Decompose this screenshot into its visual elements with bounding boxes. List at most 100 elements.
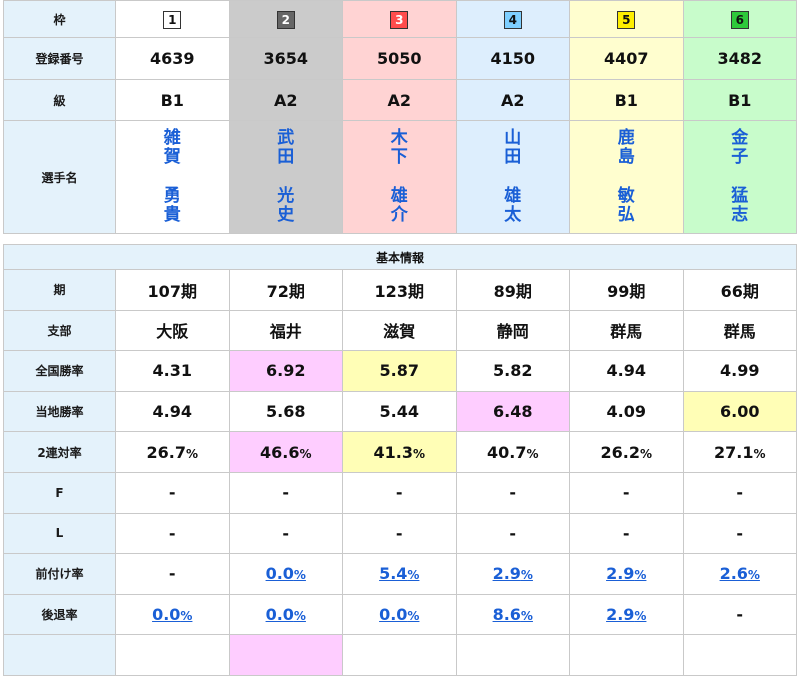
- ato-link-3[interactable]: 0.0%: [379, 605, 419, 624]
- local-rate-6: 6.00: [682, 390, 797, 433]
- mae-cell-3: 5.4%: [342, 553, 457, 595]
- racer-name-link-6[interactable]: 金子 猛志: [684, 129, 797, 225]
- reg-no-5: 4407: [569, 37, 684, 80]
- row-waku: 枠 1 2 3 4 5 6: [3, 0, 797, 38]
- racer-name-link-3[interactable]: 木下 雄介: [343, 129, 456, 225]
- ato-link-5[interactable]: 2.9%: [606, 605, 646, 624]
- racer-name-link-1[interactable]: 雑賀 勇貴: [116, 129, 229, 225]
- waku-badge-6: 6: [730, 10, 749, 29]
- ato-link-4[interactable]: 8.6%: [493, 605, 533, 624]
- label-local-rate: 当地勝率: [3, 390, 116, 433]
- mae-link-6[interactable]: 2.6%: [720, 564, 760, 583]
- name-cell-4: 山田 雄太: [455, 120, 570, 234]
- mae-cell-2: 0.0%: [228, 553, 343, 595]
- row-national-win-rate: 全国勝率 4.31 6.92 5.87 5.82 4.94 4.99: [3, 350, 797, 392]
- row-mae-zuke: 前付け率 - 0.0% 5.4% 2.9% 2.9% 2.6%: [3, 553, 797, 595]
- two-rate-4: 40.7%: [455, 431, 570, 473]
- row-racer-name: 選手名 雑賀 勇貴 武田 光史 木下 雄介 山田 雄 太 鹿 島 敏 弘 金 子…: [3, 120, 797, 234]
- racer-header-table: 枠 1 2 3 4 5 6 登録番号 4639 3654 5050 4150 4…: [3, 0, 797, 234]
- term-3: 123期: [342, 269, 457, 311]
- branch-5: 群馬: [569, 309, 684, 352]
- label-branch: 支部: [3, 309, 116, 352]
- two-rate-3: 41.3%: [342, 431, 457, 473]
- two-rate-6: 27.1%: [682, 431, 797, 473]
- row-registration-number: 登録番号 4639 3654 5050 4150 4407 3482: [3, 37, 797, 80]
- class-5: B1: [569, 79, 684, 121]
- ato-cell-4: 8.6%: [455, 593, 570, 636]
- waku-cell-6: 6: [682, 0, 797, 38]
- name-cell-1: 雑賀 勇貴: [115, 120, 230, 234]
- ato-link-2[interactable]: 0.0%: [266, 605, 306, 624]
- waku-badge-2: 2: [276, 10, 295, 29]
- basic-info-table: 基本情報 期 107期 72期 123期 89期 99期 66期 支部 大阪 福…: [3, 244, 797, 676]
- ato-cell-5: 2.9%: [569, 593, 684, 636]
- mae-link-3[interactable]: 5.4%: [379, 564, 419, 583]
- ato-6: -: [682, 593, 797, 636]
- f-4: -: [455, 471, 570, 514]
- waku-badge-1: 1: [163, 10, 182, 29]
- local-rate-2: 5.68: [228, 390, 343, 433]
- label-two-rate: 2連対率: [3, 431, 116, 473]
- racer-name-link-2[interactable]: 武田 光史: [230, 129, 343, 225]
- class-6: B1: [682, 79, 797, 121]
- section-title-basic-info: 基本情報: [3, 244, 797, 270]
- class-2: A2: [228, 79, 343, 121]
- class-4: A2: [455, 79, 570, 121]
- name-cell-6: 金子 猛志: [682, 120, 797, 234]
- class-1: B1: [115, 79, 230, 121]
- waku-cell-3: 3: [342, 0, 457, 38]
- label-reg-no: 登録番号: [3, 37, 116, 80]
- mae-link-4[interactable]: 2.9%: [493, 564, 533, 583]
- national-rate-2: 6.92: [228, 350, 343, 392]
- mae-1: -: [115, 553, 230, 595]
- f-2: -: [228, 471, 343, 514]
- term-5: 99期: [569, 269, 684, 311]
- national-rate-6: 4.99: [682, 350, 797, 392]
- term-6: 66期: [682, 269, 797, 311]
- waku-cell-1: 1: [115, 0, 230, 38]
- row-class: 級 B1 A2 A2 A2 B1 B1: [3, 79, 797, 121]
- mae-link-5[interactable]: 2.9%: [606, 564, 646, 583]
- ato-link-1[interactable]: 0.0%: [152, 605, 192, 624]
- waku-badge-4: 4: [503, 10, 522, 29]
- racer-name-link-4[interactable]: 山田 雄太: [457, 129, 570, 225]
- term-4: 89期: [455, 269, 570, 311]
- local-rate-1: 4.94: [115, 390, 230, 433]
- national-rate-1: 4.31: [115, 350, 230, 392]
- ato-cell-3: 0.0%: [342, 593, 457, 636]
- label-mae: 前付け率: [3, 553, 116, 595]
- mae-link-2[interactable]: 0.0%: [266, 564, 306, 583]
- reg-no-2: 3654: [228, 37, 343, 80]
- f-3: -: [342, 471, 457, 514]
- label-waku: 枠: [3, 0, 116, 38]
- l-3: -: [342, 512, 457, 555]
- branch-4: 静岡: [455, 309, 570, 352]
- label-term: 期: [3, 269, 116, 311]
- two-rate-5: 26.2%: [569, 431, 684, 473]
- ato-cell-2: 0.0%: [228, 593, 343, 636]
- waku-cell-2: 2: [228, 0, 343, 38]
- national-rate-3: 5.87: [342, 350, 457, 392]
- f-1: -: [115, 471, 230, 514]
- mae-cell-6: 2.6%: [682, 553, 797, 595]
- local-rate-5: 4.09: [569, 390, 684, 433]
- class-3: A2: [342, 79, 457, 121]
- f-6: -: [682, 471, 797, 514]
- label-ato: 後退率: [3, 593, 116, 636]
- branch-3: 滋賀: [342, 309, 457, 352]
- reg-no-6: 3482: [682, 37, 797, 80]
- l-1: -: [115, 512, 230, 555]
- waku-badge-5: 5: [617, 10, 636, 29]
- racer-name-link-5[interactable]: 鹿島 敏弘: [570, 129, 683, 225]
- national-rate-4: 5.82: [455, 350, 570, 392]
- ato-cell-1: 0.0%: [115, 593, 230, 636]
- term-1: 107期: [115, 269, 230, 311]
- national-rate-5: 4.94: [569, 350, 684, 392]
- l-6: -: [682, 512, 797, 555]
- l-2: -: [228, 512, 343, 555]
- row-two-rate: 2連対率 26.7% 46.6% 41.3% 40.7% 26.2% 27.1%: [3, 431, 797, 473]
- waku-badge-3: 3: [390, 10, 409, 29]
- f-5: -: [569, 471, 684, 514]
- row-term: 期 107期 72期 123期 89期 99期 66期: [3, 269, 797, 311]
- reg-no-3: 5050: [342, 37, 457, 80]
